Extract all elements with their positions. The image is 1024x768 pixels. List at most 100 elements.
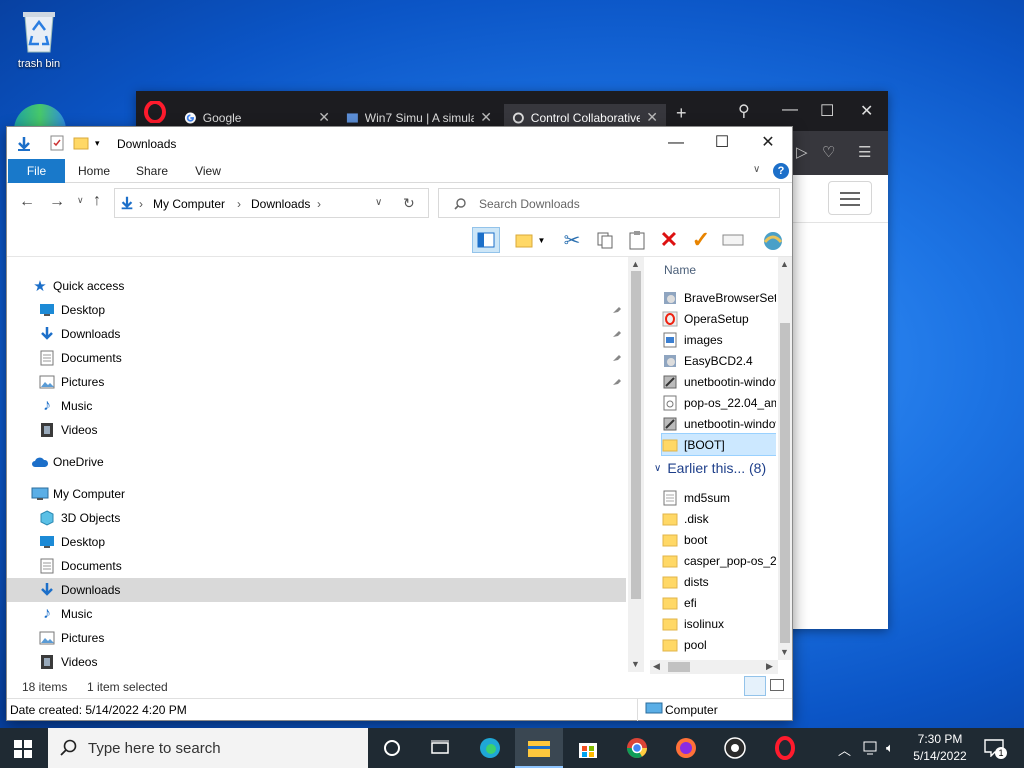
close-tab-icon[interactable]: ✕	[318, 109, 330, 126]
ribbon-expand-icon[interactable]: ∨	[753, 164, 760, 175]
firefox-taskbar-button[interactable]	[662, 728, 710, 768]
send-icon[interactable]: ▷	[796, 143, 808, 161]
clock[interactable]: 7:30 PM 5/14/2022	[900, 731, 980, 765]
copy-button[interactable]	[591, 227, 619, 253]
file-row[interactable]: EasyBCD2.4	[662, 350, 776, 371]
file-row[interactable]: pop-os_22.04_amd64	[662, 392, 776, 413]
file-row[interactable]: OperaSetup	[662, 308, 776, 329]
tab-file[interactable]: File	[8, 159, 65, 183]
nav-music[interactable]: ♪ Music	[7, 394, 626, 418]
scroll-down-icon[interactable]: ▼	[780, 647, 789, 657]
file-row-selected[interactable]: [BOOT]	[661, 433, 776, 456]
group-header-earlier[interactable]: ∨ Earlier this... (8)	[654, 460, 766, 476]
scroll-up-icon[interactable]: ▲	[780, 259, 789, 269]
delete-button[interactable]: ✕	[655, 227, 683, 253]
pin-icon[interactable]	[611, 304, 621, 318]
cut-button[interactable]: ✂	[558, 227, 586, 253]
close-button[interactable]: ✕	[745, 131, 791, 155]
recent-locations-icon[interactable]: ∨	[77, 195, 84, 206]
file-list-scrollbar[interactable]: ▲ ▼	[778, 257, 792, 660]
nav-videos[interactable]: Videos	[7, 418, 626, 442]
nav-pictures[interactable]: Pictures	[7, 626, 626, 650]
scroll-thumb[interactable]	[631, 271, 641, 599]
details-view-icon[interactable]	[744, 676, 766, 696]
file-row[interactable]: md5sum	[662, 487, 776, 508]
opera-taskbar-button[interactable]	[761, 728, 809, 768]
nav-onedrive[interactable]: OneDrive	[7, 450, 626, 474]
hamburger-menu-icon[interactable]	[828, 181, 872, 215]
volume-icon[interactable]: 🔈︎	[886, 740, 894, 756]
close-tab-icon[interactable]: ✕	[646, 109, 658, 126]
nav-pictures-pinned[interactable]: Pictures	[7, 370, 626, 394]
address-bar[interactable]: › My Computer › Downloads › ∨	[114, 188, 429, 218]
edge-taskbar-button[interactable]	[466, 728, 514, 768]
settings-icon[interactable]: ☰	[858, 143, 871, 161]
nav-music-2[interactable]: ♪ Music	[7, 602, 626, 626]
horizontal-scrollbar[interactable]: ◀ ▶	[650, 660, 778, 674]
nav-videos-2[interactable]: Videos	[7, 650, 626, 674]
network-icon[interactable]	[862, 740, 880, 756]
store-taskbar-button[interactable]	[564, 728, 612, 768]
trash-bin-desktop-icon[interactable]: trash bin	[8, 6, 70, 70]
scroll-right-icon[interactable]: ▶	[766, 661, 773, 672]
file-row[interactable]: boot	[662, 529, 776, 550]
chrome-taskbar-button[interactable]	[613, 728, 661, 768]
opera-logo-icon[interactable]	[144, 101, 166, 123]
nav-scrollbar[interactable]: ▲ ▼	[628, 257, 644, 672]
file-row[interactable]: efi	[662, 592, 776, 613]
address-dropdown-icon[interactable]: ∨	[375, 197, 382, 208]
scroll-thumb[interactable]	[780, 323, 790, 643]
paste-button[interactable]	[623, 227, 651, 253]
scroll-thumb[interactable]	[668, 662, 690, 672]
minimize-button[interactable]: —	[653, 131, 699, 155]
search-input[interactable]: Search Downloads	[438, 188, 780, 218]
file-row[interactable]: pool	[662, 634, 776, 655]
nav-downloads[interactable]: Downloads	[7, 578, 626, 602]
file-row[interactable]: unetbootin-windows	[662, 413, 776, 434]
close-tab-icon[interactable]: ✕	[480, 109, 492, 126]
tab-home[interactable]: Home	[69, 159, 119, 183]
file-row[interactable]: unetbootin-windows	[662, 371, 776, 392]
column-header-name[interactable]: Name	[664, 263, 696, 277]
notification-center-button[interactable]: 1	[984, 739, 1007, 760]
nav-documents-pinned[interactable]: Documents	[7, 346, 626, 370]
obs-taskbar-button[interactable]	[711, 728, 759, 768]
properties-button[interactable]	[719, 227, 747, 253]
nav-3d-objects[interactable]: 3D Objects	[7, 506, 626, 530]
search-icon[interactable]: ⚲	[738, 101, 750, 121]
nav-quick-access[interactable]: ★ Quick access	[7, 274, 626, 298]
heart-icon[interactable]: ♡	[822, 143, 835, 161]
tab-view[interactable]: View	[183, 159, 233, 183]
help-icon[interactable]: ?	[773, 163, 789, 179]
scroll-up-icon[interactable]: ▲	[631, 259, 640, 269]
file-row[interactable]: isolinux	[662, 613, 776, 634]
task-view-button[interactable]	[416, 728, 464, 768]
windows-start-icon[interactable]	[14, 740, 32, 758]
pin-icon[interactable]	[611, 352, 621, 366]
show-hidden-icons-chevron-icon[interactable]: ︿	[838, 740, 851, 759]
refresh-icon[interactable]: ↻	[403, 195, 415, 212]
tab-share[interactable]: Share	[127, 159, 177, 183]
shell-button[interactable]	[759, 227, 787, 253]
scroll-left-icon[interactable]: ◀	[653, 661, 660, 672]
maximize-button[interactable]: ☐	[699, 131, 745, 155]
file-row[interactable]: casper_pop-os_22	[662, 550, 776, 571]
pin-icon[interactable]	[611, 328, 621, 342]
file-row[interactable]: .disk	[662, 508, 776, 529]
file-explorer-taskbar-button[interactable]	[515, 728, 563, 768]
pin-icon[interactable]	[611, 376, 621, 390]
breadcrumb-current[interactable]: Downloads	[251, 197, 310, 211]
new-tab-button[interactable]: +	[676, 103, 687, 124]
taskbar-search-box[interactable]: Type here to search	[48, 728, 368, 768]
preview-pane-button[interactable]	[472, 227, 500, 253]
minimize-icon[interactable]: —	[782, 101, 798, 119]
file-row[interactable]: images	[662, 329, 776, 350]
back-arrow-icon[interactable]: ←	[19, 193, 35, 211]
nav-downloads-pinned[interactable]: Downloads	[7, 322, 626, 346]
up-arrow-icon[interactable]: ↑	[93, 192, 101, 210]
file-row[interactable]: BraveBrowserSetup	[662, 287, 776, 308]
cortana-button[interactable]	[368, 728, 416, 768]
forward-arrow-icon[interactable]: →	[49, 193, 65, 211]
qat-dropdown-icon[interactable]: ▾	[95, 138, 100, 149]
large-icons-view-icon[interactable]	[770, 679, 784, 691]
